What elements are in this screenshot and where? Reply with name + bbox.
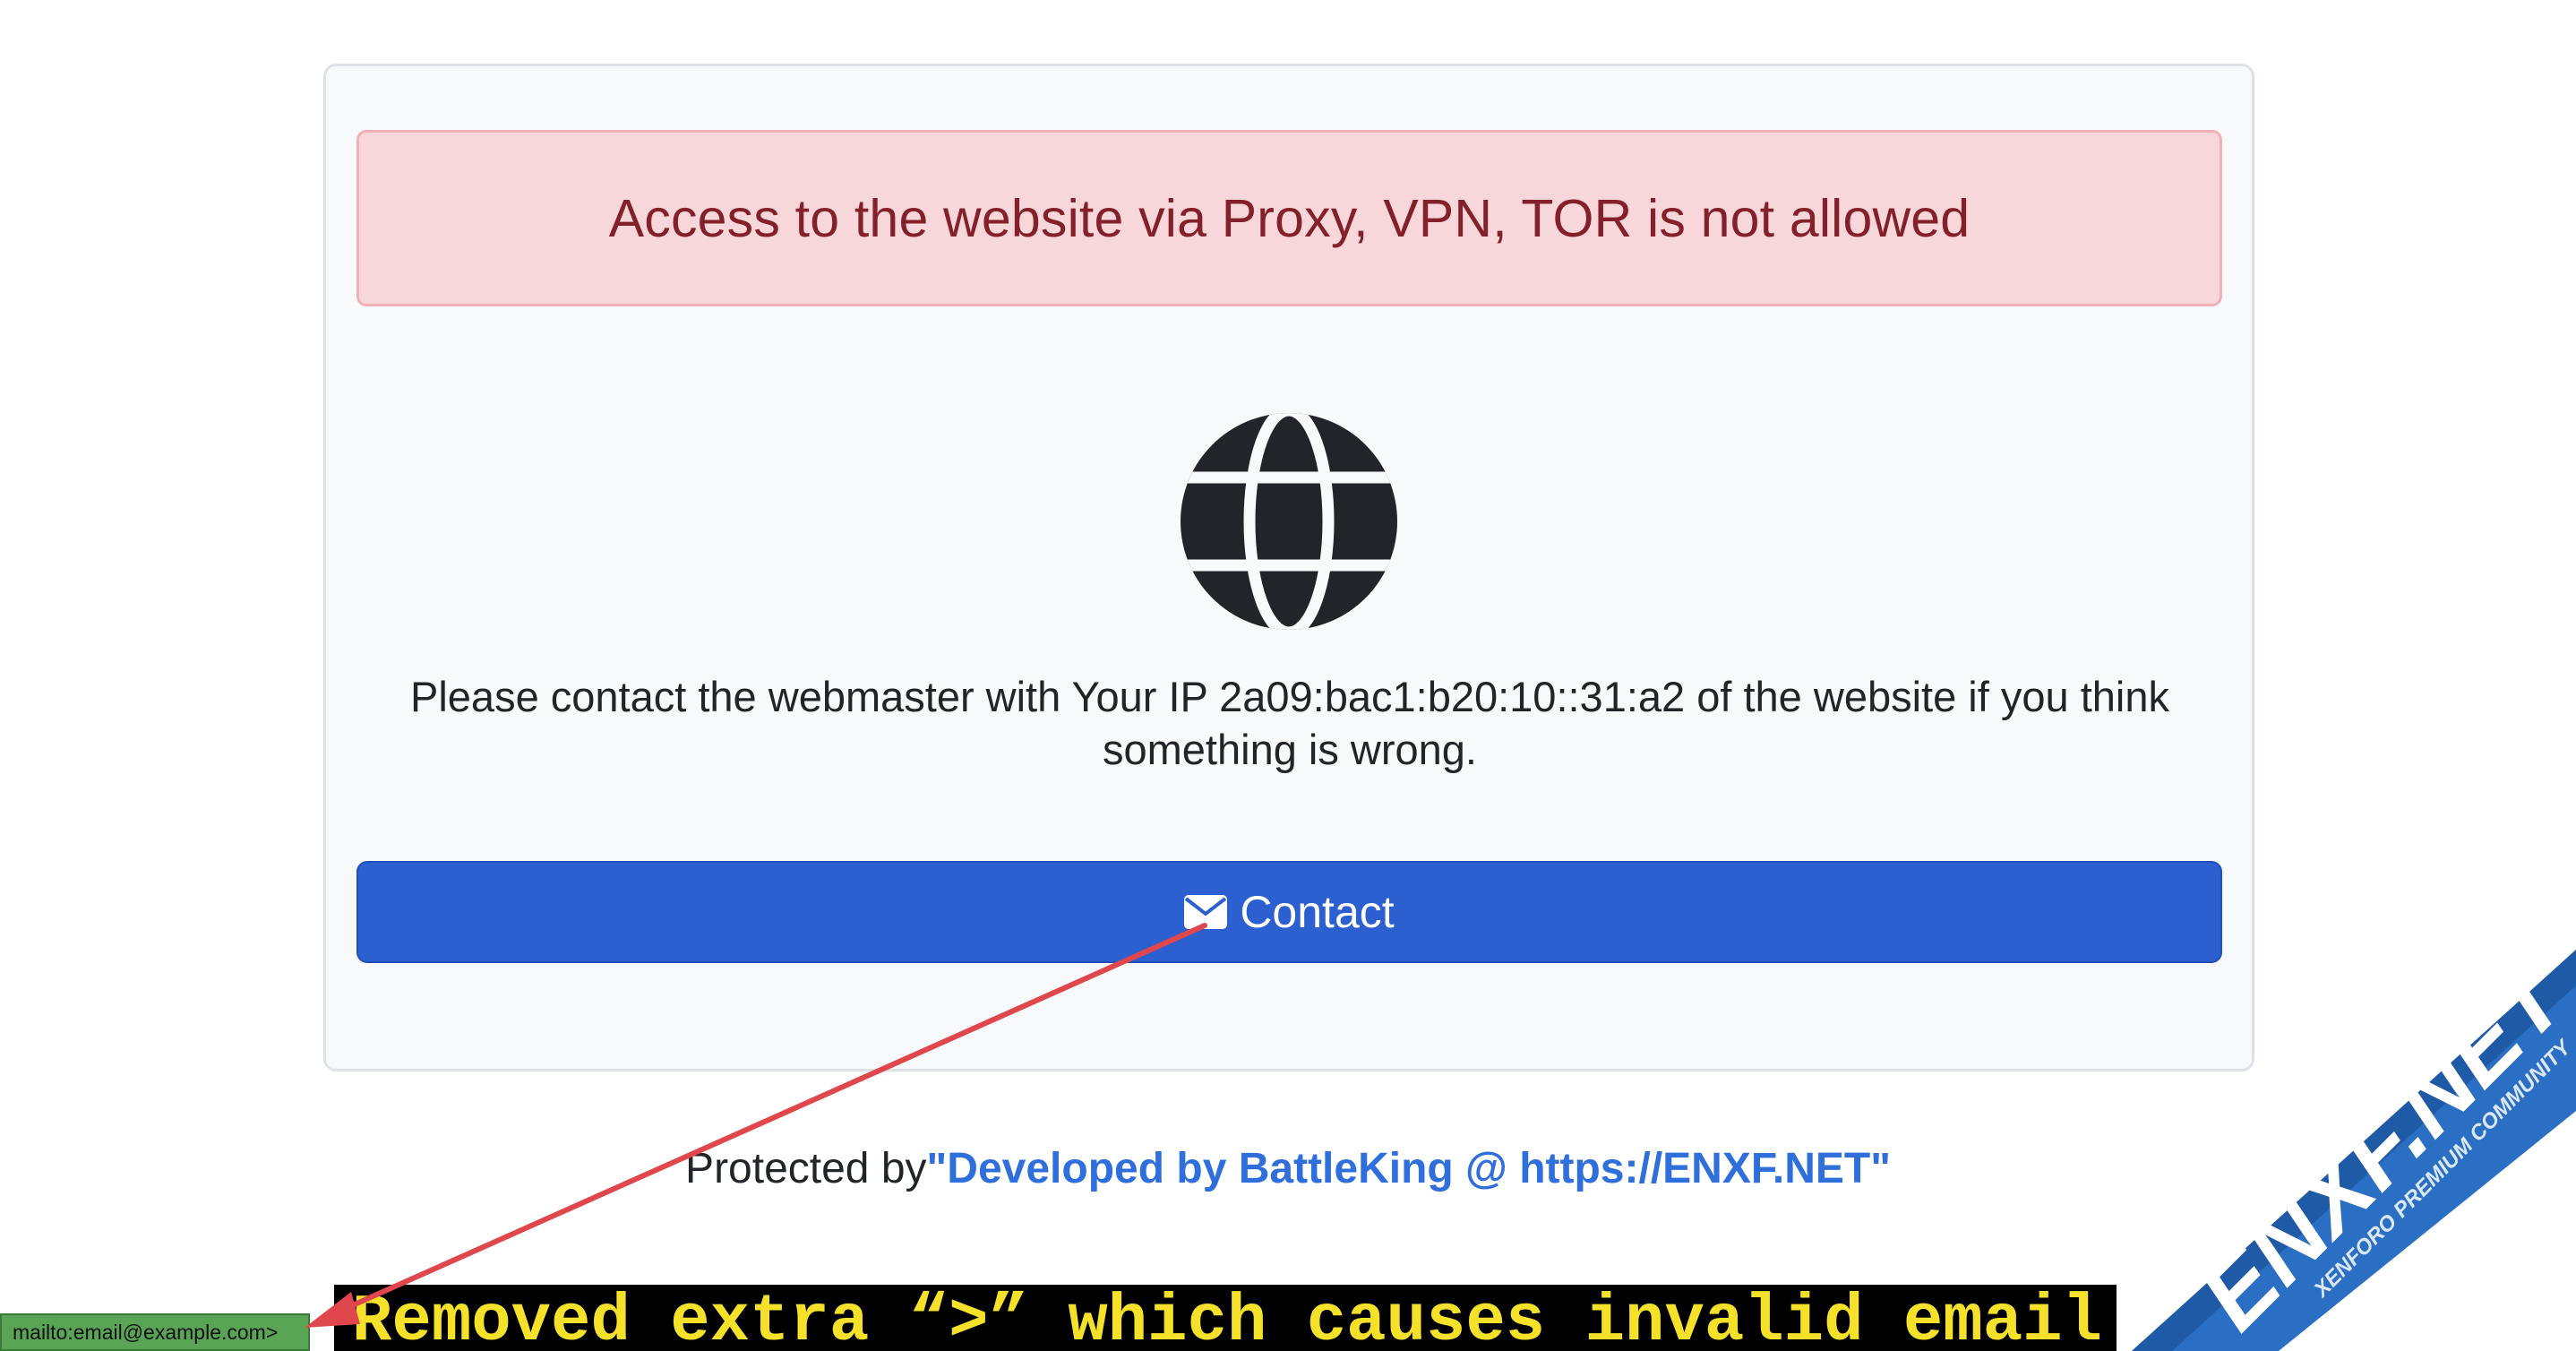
globe-icon (1181, 413, 1397, 630)
protected-prefix: Protected by (685, 1145, 927, 1192)
contact-button[interactable]: Contact (356, 861, 2222, 963)
envelope-icon (1184, 895, 1228, 929)
status-bar-url: mailto:email@example.com> (0, 1313, 310, 1351)
watermark-ribbon: ENXF.NET XENFORO PREMIUM COMMUNITY (2132, 896, 2576, 1351)
annotation-banner: Removed extra “>” which causes invalid e… (334, 1285, 2117, 1351)
developer-link[interactable]: "Developed by BattleKing @ https://ENXF.… (927, 1145, 1891, 1192)
blocked-alert: Access to the website via Proxy, VPN, TO… (356, 130, 2222, 306)
alert-text: Access to the website via Proxy, VPN, TO… (608, 188, 1971, 248)
contact-message: Please contact the webmaster with Your I… (410, 673, 2169, 773)
contact-button-label: Contact (1240, 887, 1395, 937)
